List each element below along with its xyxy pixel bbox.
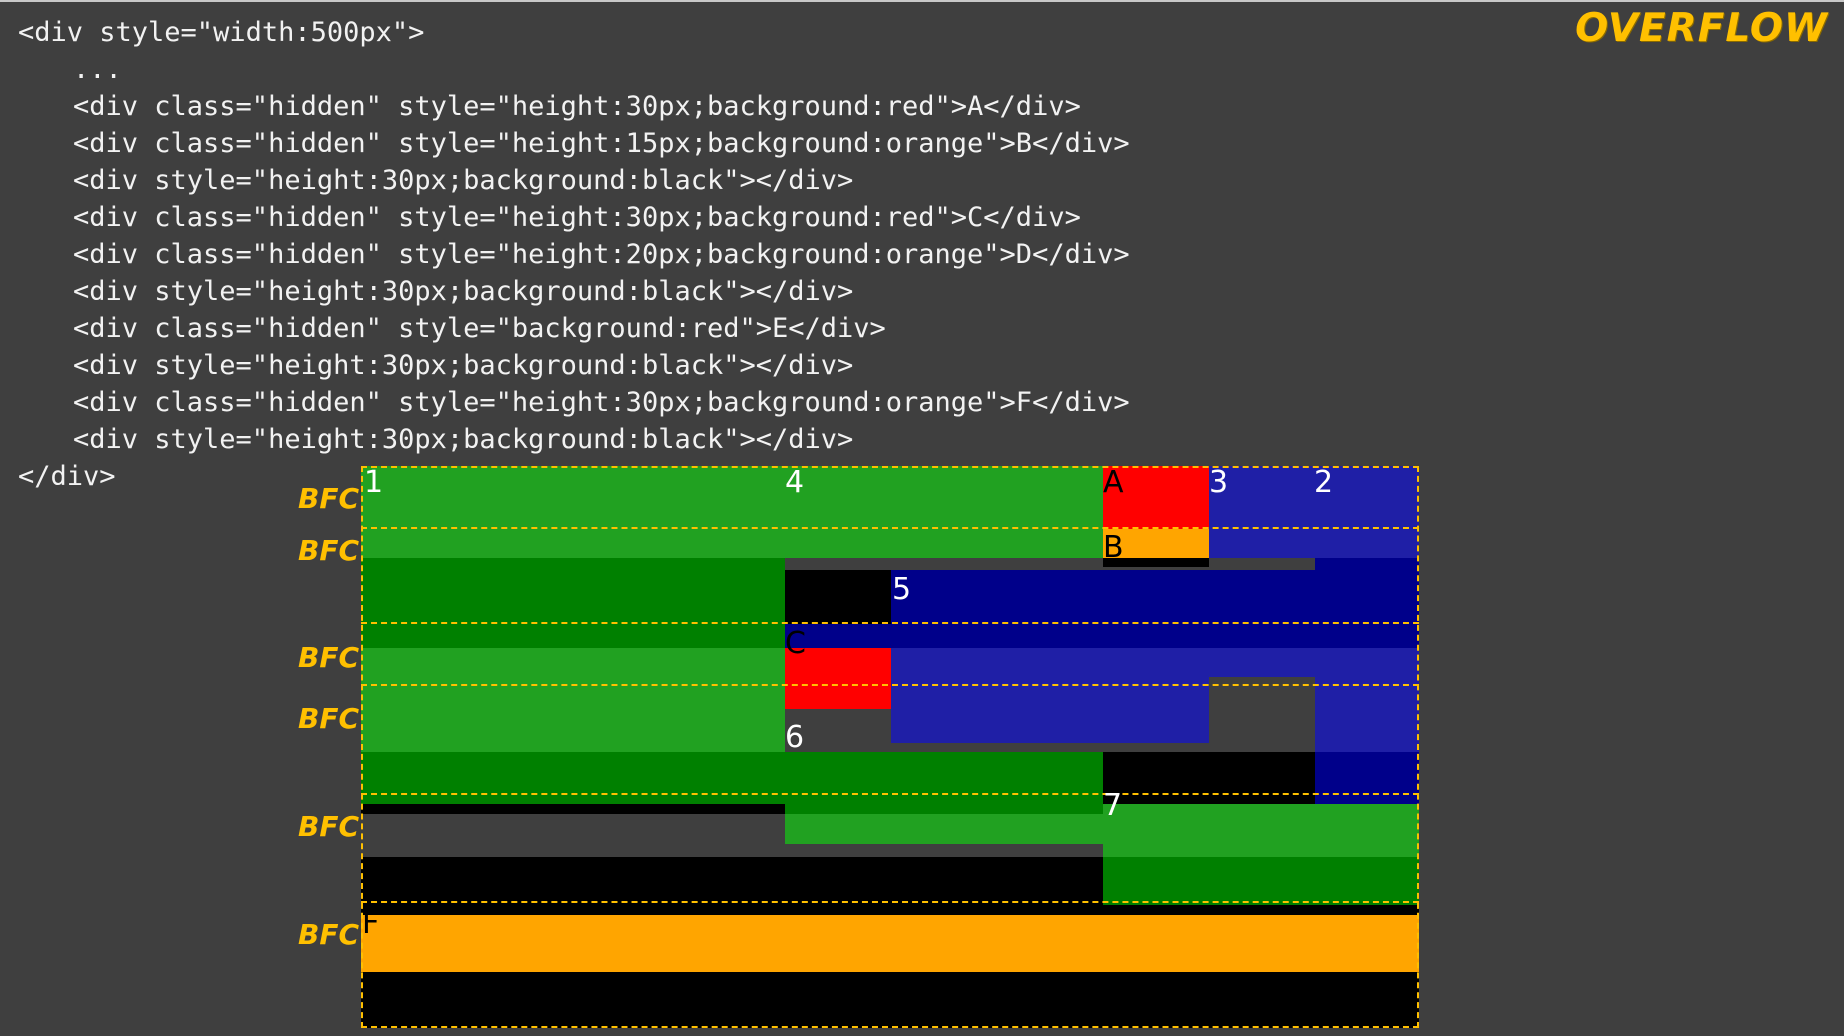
label-float-4: 4 bbox=[785, 465, 805, 500]
code-line: <div style="height:30px;background:black… bbox=[73, 165, 854, 196]
bfc-label-e: BFC bbox=[298, 810, 360, 843]
top-border bbox=[0, 0, 1844, 2]
bfc-label-d: BFC bbox=[298, 702, 360, 735]
bfc-label-f: BFC bbox=[298, 918, 360, 951]
label-float-5: 5 bbox=[892, 572, 912, 607]
label-float-3: 3 bbox=[1209, 465, 1229, 500]
float-layout-diagram: 1 4 A 3 2 B 5 C 6 7 F bbox=[361, 466, 1419, 1028]
code-line: <div class="hidden" style="height:30px;b… bbox=[73, 91, 1081, 122]
code-line: <div class="hidden" style="height:15px;b… bbox=[73, 128, 1130, 159]
label-block-a: A bbox=[1103, 465, 1124, 500]
bfc-label-c: BFC bbox=[298, 641, 360, 674]
code-line: ... bbox=[73, 54, 122, 85]
code-line: <div style="height:30px;background:black… bbox=[73, 276, 854, 307]
code-line: <div style="height:30px;background:black… bbox=[73, 424, 854, 455]
label-float-2: 2 bbox=[1314, 465, 1334, 500]
label-float-7: 7 bbox=[1103, 788, 1123, 823]
code-line: <div class="hidden" style="height:20px;b… bbox=[73, 239, 1130, 270]
container-outline bbox=[361, 466, 1419, 1028]
label-block-b: B bbox=[1103, 530, 1124, 565]
code-line: <div class="hidden" style="background:re… bbox=[73, 313, 886, 344]
label-float-6: 6 bbox=[785, 720, 805, 755]
code-block: <div style="width:500px">... <div class="… bbox=[18, 14, 1130, 495]
label-float-1: 1 bbox=[364, 465, 384, 500]
code-line: <div style="width:500px"> bbox=[18, 17, 425, 48]
code-line: <div class="hidden" style="height:30px;b… bbox=[73, 387, 1130, 418]
bfc-label-a: BFC bbox=[298, 482, 360, 515]
code-line: <div class="hidden" style="height:30px;b… bbox=[73, 202, 1081, 233]
label-block-c: C bbox=[785, 626, 806, 661]
label-block-f: F bbox=[362, 906, 380, 941]
overflow-heading: OVERFLOW bbox=[1575, 6, 1828, 51]
code-line: <div style="height:30px;background:black… bbox=[73, 350, 854, 381]
bfc-label-b: BFC bbox=[298, 534, 360, 567]
